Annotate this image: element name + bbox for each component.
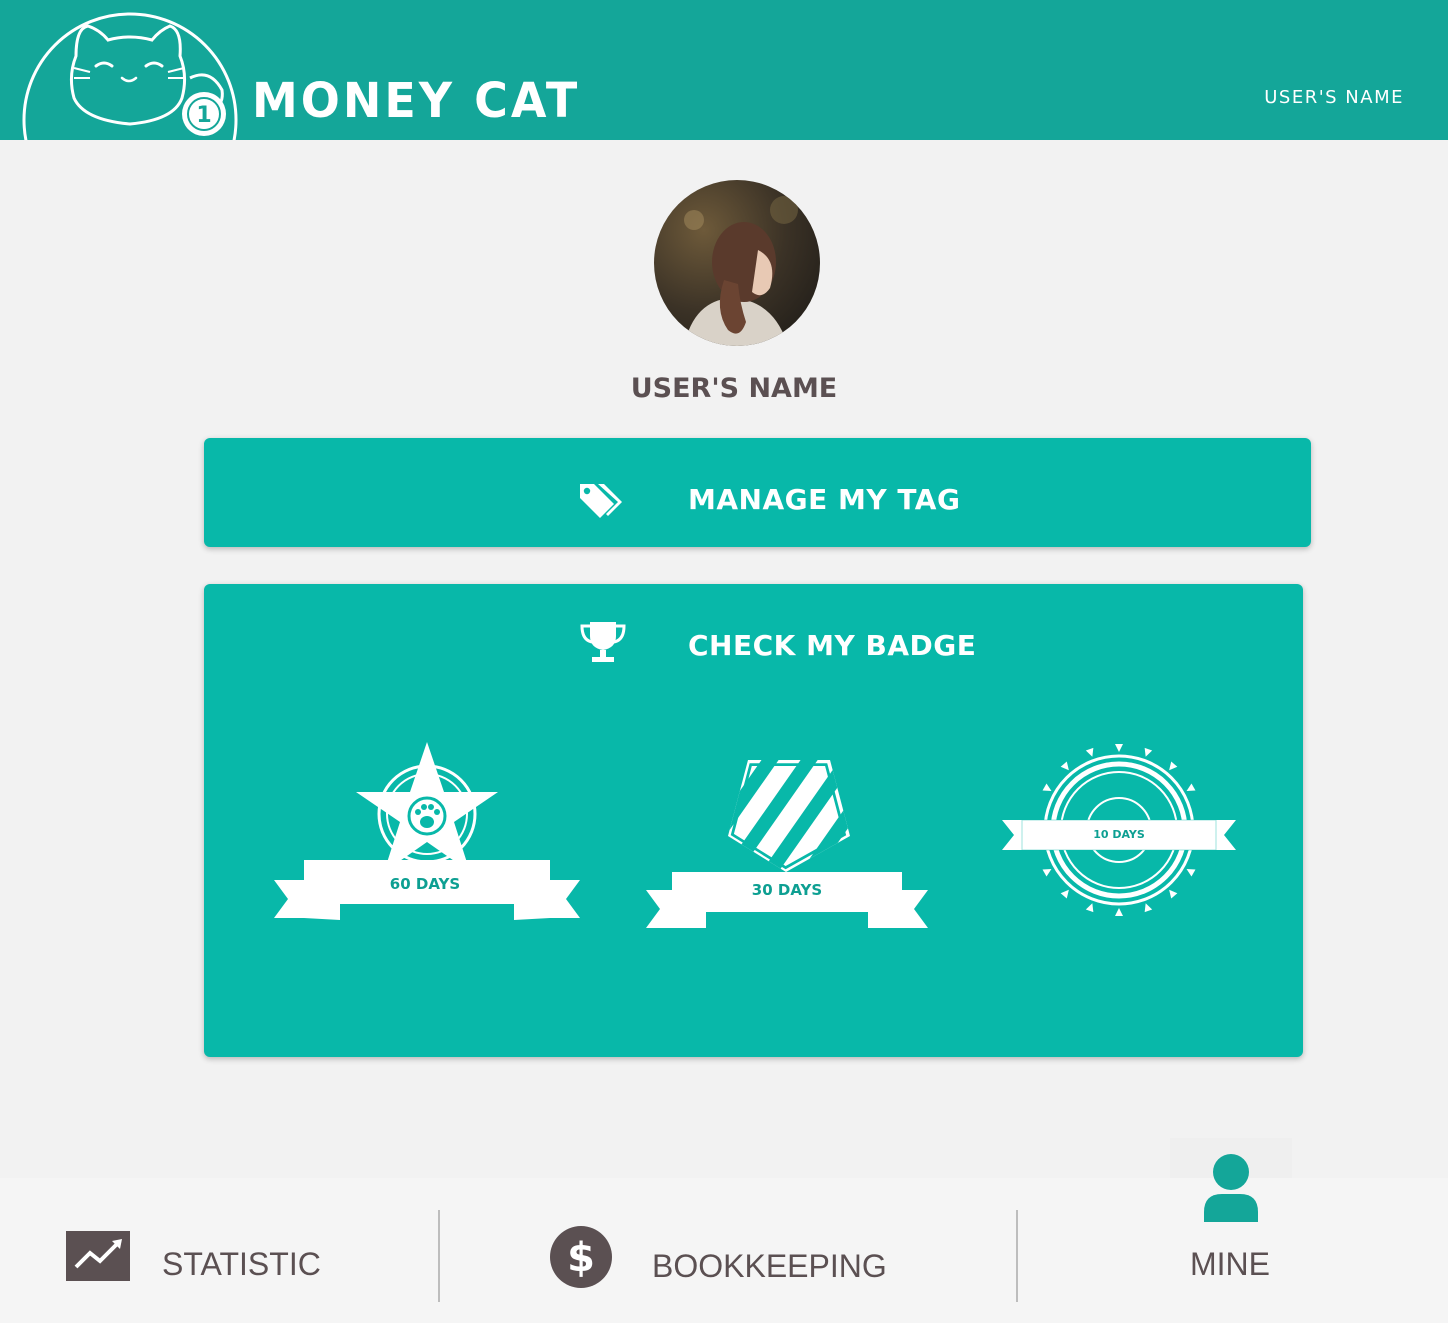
svg-text:$: $	[567, 1235, 595, 1281]
striped-shield-badge-icon	[646, 760, 928, 928]
nav-item-statistic[interactable]: STATISTIC	[0, 1178, 438, 1323]
app-header: 1 MONEY CAT USER'S NAME	[0, 0, 1448, 140]
badge-10-days-label: 10 DAYS	[1093, 828, 1145, 841]
dollar-coin-icon: $	[550, 1226, 612, 1288]
manage-tag-card[interactable]: MANAGE MY TAG	[204, 438, 1311, 547]
nav-label-bookkeeping: BOOKKEEPING	[652, 1248, 887, 1284]
user-icon	[1204, 1154, 1258, 1222]
nav-label-statistic: STATISTIC	[162, 1246, 321, 1282]
app-title: MONEY CAT	[252, 71, 581, 129]
svg-text:1: 1	[196, 103, 211, 128]
check-badge-label: CHECK MY BADGE	[688, 629, 977, 662]
profile-user-name: USER'S NAME	[630, 373, 838, 404]
badge-10-days[interactable]: 10 DAYS	[1000, 744, 1238, 916]
badge-30-days[interactable]: 30 DAYS	[644, 760, 930, 930]
lucky-cat-logo-icon: 1	[22, 12, 238, 140]
tags-icon	[580, 484, 622, 518]
user-avatar[interactable]	[654, 180, 820, 346]
nav-label-mine: MINE	[1190, 1246, 1270, 1282]
check-badge-card[interactable]: CHECK MY BADGE 60 DAYS 30 DAYS 10 DAYS	[204, 584, 1303, 1057]
trophy-icon	[580, 622, 626, 662]
badge-60-days-label: 60 DAYS	[389, 875, 461, 893]
badge-60-days[interactable]: 60 DAYS	[272, 740, 582, 920]
nav-item-mine[interactable]: MINE	[1018, 1140, 1448, 1323]
badge-30-days-label: 30 DAYS	[751, 881, 823, 899]
manage-tag-label: MANAGE MY TAG	[688, 483, 961, 516]
user-avatar-photo	[654, 180, 820, 346]
header-user-name[interactable]: USER'S NAME	[1264, 86, 1404, 110]
line-chart-icon	[66, 1231, 130, 1281]
nav-item-bookkeeping[interactable]: $ BOOKKEEPING	[440, 1178, 1016, 1323]
